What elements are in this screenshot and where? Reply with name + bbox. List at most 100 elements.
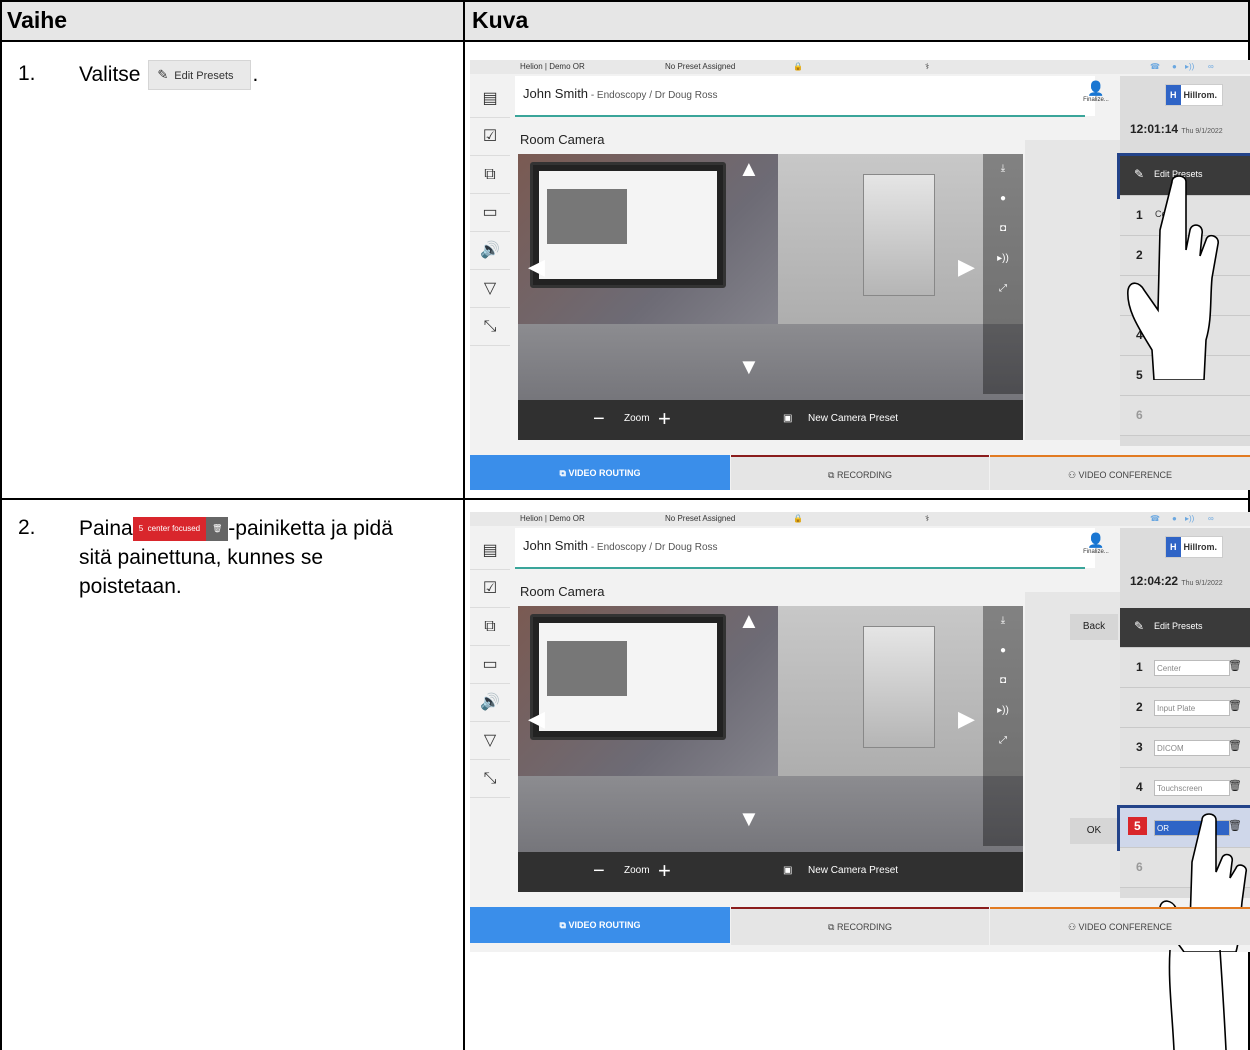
left-nav: ▤ ☑ ⧉ ▭ 🔊 ▽ ⤡ bbox=[470, 80, 510, 390]
inline-preset-5-button: 5 center focused 🗑 bbox=[132, 517, 229, 542]
video-controls: ⤓ ● ◘ ▸)) ⤢ bbox=[983, 606, 1023, 846]
record-icon[interactable]: ● bbox=[983, 636, 1023, 666]
display-icon[interactable]: ▭ bbox=[470, 646, 510, 684]
preset-3[interactable]: 3🗑 bbox=[1120, 728, 1250, 768]
hillrom-mark: H bbox=[1166, 537, 1181, 557]
glasses-icon[interactable]: ∞ bbox=[1208, 514, 1214, 523]
edit-presets-button[interactable]: Edit Presets ✎ bbox=[1120, 608, 1250, 648]
step-2-line-2: sitä painettuna, kunnes se bbox=[79, 546, 324, 569]
source-thumbnails bbox=[1025, 140, 1120, 440]
clock-time: 12:04:22 bbox=[1130, 574, 1179, 588]
zoom-out-icon[interactable]: − bbox=[593, 408, 605, 431]
tab-video-conference-label: VIDEO CONFERENCE bbox=[1078, 922, 1173, 932]
preset-4[interactable]: 4🗑 bbox=[1120, 768, 1250, 808]
pan-down-arrow[interactable]: ▼ bbox=[738, 806, 760, 832]
pan-left-arrow[interactable]: ◀ bbox=[528, 706, 545, 732]
finalize-button[interactable]: 👤 Finalize... bbox=[1080, 80, 1112, 112]
record-dot-icon[interactable]: ● bbox=[1172, 62, 1177, 71]
preset-1-num: 1 bbox=[1136, 660, 1143, 674]
preset-2[interactable]: 2🗑 bbox=[1120, 688, 1250, 728]
snapshot-icon[interactable]: ⤓ bbox=[983, 606, 1023, 636]
tab-video-routing-label: VIDEO ROUTING bbox=[568, 920, 641, 930]
lock-icon[interactable]: 🔒 bbox=[793, 514, 803, 523]
pan-left-arrow[interactable]: ◀ bbox=[528, 254, 545, 280]
display-icon[interactable]: ▭ bbox=[470, 194, 510, 232]
tab-recording[interactable]: ⧉ RECORDING bbox=[731, 455, 989, 490]
trash-icon[interactable]: 🗑 bbox=[1228, 699, 1242, 712]
camera-move-icon[interactable]: ⤡ bbox=[470, 760, 510, 798]
surgeon-icon[interactable]: ⚕ bbox=[925, 62, 929, 71]
pan-right-arrow[interactable]: ▶ bbox=[958, 254, 975, 280]
signal-icon[interactable]: ▸)) bbox=[1185, 514, 1194, 523]
preset-1-field[interactable] bbox=[1154, 660, 1230, 676]
new-camera-preset-button[interactable]: New Camera Preset bbox=[808, 413, 898, 424]
tab-video-routing[interactable]: ⧉ VIDEO ROUTING bbox=[470, 907, 730, 943]
step-2-line-1: Paina 5 center focused 🗑 -painiketta ja pid… bbox=[79, 514, 459, 543]
zoom-in-icon[interactable]: + bbox=[658, 858, 671, 884]
pan-down-arrow[interactable]: ▼ bbox=[738, 354, 760, 380]
record-dot-icon[interactable]: ● bbox=[1172, 514, 1177, 523]
stream-icon[interactable]: ▸)) bbox=[983, 244, 1023, 274]
signal-icon[interactable]: ▸)) bbox=[1185, 62, 1194, 71]
zoom-out-icon[interactable]: − bbox=[593, 860, 605, 883]
patient-card-icon[interactable]: ▤ bbox=[470, 532, 510, 570]
ok-button[interactable]: OK bbox=[1070, 818, 1118, 844]
trash-icon[interactable]: 🗑 bbox=[1228, 779, 1242, 792]
new-camera-preset-button[interactable]: New Camera Preset bbox=[808, 865, 898, 876]
surgeon-icon[interactable]: ⚕ bbox=[925, 514, 929, 523]
back-button[interactable]: Back bbox=[1070, 614, 1118, 640]
pan-up-arrow[interactable]: ▲ bbox=[738, 156, 760, 182]
save-icon: ▣ bbox=[783, 865, 793, 876]
preset-3-num: 3 bbox=[1136, 740, 1143, 754]
zoom-bar: − Zoom + ▣ New Camera Preset bbox=[518, 852, 1023, 892]
camera-video[interactable]: ▲ ▼ ◀ ▶ ⤓ ● ◘ ▸)) ⤢ − Zoom + ▣ New Camer… bbox=[518, 154, 1023, 440]
trash-icon[interactable]: 🗑 bbox=[1228, 659, 1242, 672]
finalize-label: Finalize... bbox=[1083, 549, 1109, 555]
phone-icon[interactable]: ☎ bbox=[1150, 514, 1160, 523]
patient-name-text: John Smith bbox=[523, 86, 589, 101]
preset-1[interactable]: 1🗑 bbox=[1120, 648, 1250, 688]
layout-icon[interactable]: ⧉ bbox=[470, 156, 510, 194]
volume-icon[interactable]: 🔊 bbox=[470, 684, 510, 722]
camera-video[interactable]: ▲ ▼ ◀ ▶ ⤓ ● ◘ ▸)) ⤢ − Zoom + ▣ New Camer… bbox=[518, 606, 1023, 892]
hillrom-mark: H bbox=[1166, 85, 1181, 105]
finalize-button[interactable]: 👤 Finalize... bbox=[1080, 532, 1112, 564]
preset-6-num: 6 bbox=[1136, 860, 1143, 874]
tab-video-conference[interactable]: ⚇ VIDEO CONFERENCE bbox=[990, 907, 1250, 945]
light-icon[interactable]: ▽ bbox=[470, 722, 510, 760]
preset-2-field[interactable] bbox=[1154, 700, 1230, 716]
preset-4-field[interactable] bbox=[1154, 780, 1230, 796]
patient-card-icon[interactable]: ▤ bbox=[470, 80, 510, 118]
header-vaihe: Vaihe bbox=[0, 0, 464, 40]
volume-icon[interactable]: 🔊 bbox=[470, 232, 510, 270]
stream-icon[interactable]: ▸)) bbox=[983, 696, 1023, 726]
camera-icon[interactable]: ◘ bbox=[983, 214, 1023, 244]
phone-icon[interactable]: ☎ bbox=[1150, 62, 1160, 71]
glasses-icon[interactable]: ∞ bbox=[1208, 62, 1214, 71]
patient-name: John Smith - Endoscopy / Dr Doug Ross bbox=[523, 86, 718, 101]
location-label: Helion | Demo OR bbox=[520, 514, 585, 523]
preset-6[interactable]: 6 bbox=[1120, 396, 1250, 436]
fullscreen-icon[interactable]: ⤢ bbox=[983, 726, 1023, 756]
pan-up-arrow[interactable]: ▲ bbox=[738, 608, 760, 634]
light-icon[interactable]: ▽ bbox=[470, 270, 510, 308]
camera-icon[interactable]: ◘ bbox=[983, 666, 1023, 696]
zoom-in-icon[interactable]: + bbox=[658, 406, 671, 432]
lock-icon[interactable]: 🔒 bbox=[793, 62, 803, 71]
tab-video-routing[interactable]: ⧉ VIDEO ROUTING bbox=[470, 455, 730, 490]
snapshot-icon[interactable]: ⤓ bbox=[983, 154, 1023, 184]
preset-3-field[interactable] bbox=[1154, 740, 1230, 756]
table-border-left bbox=[0, 0, 2, 1050]
pan-right-arrow[interactable]: ▶ bbox=[958, 706, 975, 732]
checklist-icon[interactable]: ☑ bbox=[470, 570, 510, 608]
trash-icon[interactable]: 🗑 bbox=[1228, 739, 1242, 752]
tab-recording[interactable]: ⧉ RECORDING bbox=[731, 907, 989, 945]
camera-move-icon[interactable]: ⤡ bbox=[470, 308, 510, 346]
checklist-icon[interactable]: ☑ bbox=[470, 118, 510, 156]
layout-icon[interactable]: ⧉ bbox=[470, 608, 510, 646]
fullscreen-icon[interactable]: ⤢ bbox=[983, 274, 1023, 304]
tab-recording-label: RECORDING bbox=[836, 470, 892, 480]
record-icon[interactable]: ● bbox=[983, 184, 1023, 214]
tab-video-conference[interactable]: ⚇ VIDEO CONFERENCE bbox=[990, 455, 1250, 490]
step-1-period: . bbox=[252, 63, 259, 86]
